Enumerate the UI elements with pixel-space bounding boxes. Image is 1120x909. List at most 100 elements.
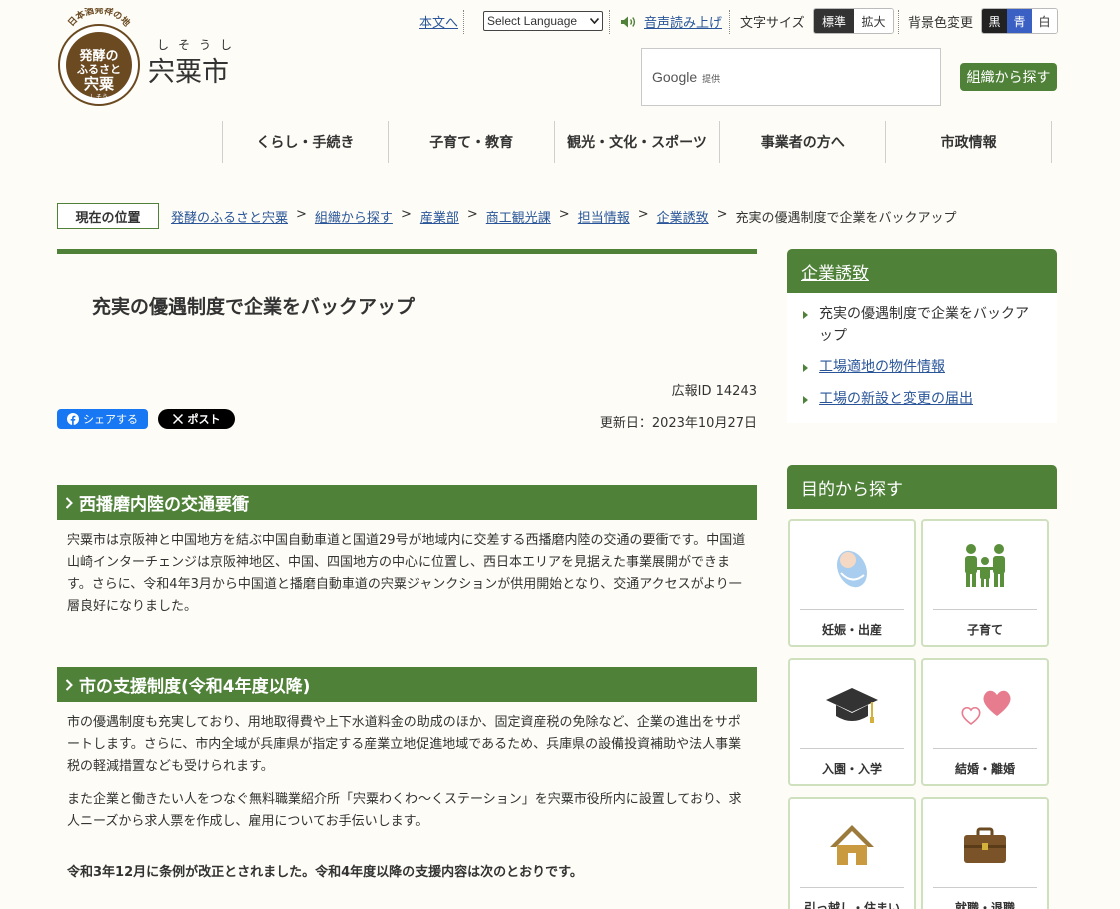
breadcrumb-link-staff[interactable]: 担当情報 [578, 207, 630, 226]
article-top-rule [57, 249, 757, 254]
sidebar-item-factory-notice[interactable]: 工場の新設と変更の届出 [801, 388, 1041, 410]
bg-color-label: 背景色変更 [908, 16, 974, 31]
chevron-right-icon [65, 678, 73, 691]
breadcrumb-separator: > [716, 207, 728, 222]
briefcase-icon [964, 827, 1006, 863]
sidebar-category-title[interactable]: 企業誘致 [787, 249, 1057, 293]
site-search-input[interactable]: Google 提供 [641, 48, 941, 106]
font-size-switcher: 標準 拡大 [813, 8, 894, 34]
purpose-tile-label: 就職・退職 [954, 901, 1015, 909]
x-logo-icon [172, 414, 183, 424]
header-divider [729, 10, 730, 34]
gnav-item-business[interactable]: 事業者の方へ [720, 121, 887, 163]
bg-black-button[interactable]: 黒 [982, 9, 1007, 33]
facebook-icon [67, 413, 79, 425]
updated-date: 更新日：2023年10月27日 [599, 416, 757, 431]
section-paragraph: 令和3年12月に条例が改正とされました。令和4年度以降の支援内容は次のとおりです… [67, 865, 583, 880]
gnav-item-tourism[interactable]: 観光・文化・スポーツ [555, 121, 721, 163]
purpose-tile-childcare[interactable]: 子育て [921, 519, 1049, 647]
section-heading: 市の支援制度(令和4年度以降) [57, 667, 757, 702]
purpose-tile-label: 入園・入学 [821, 762, 882, 776]
chevron-down-icon [590, 18, 599, 24]
section-paragraph: 宍粟市は京阪神と中国地方を結ぶ中国自動車道と国道29号が地域内に交差する西播磨内… [67, 533, 746, 614]
skip-to-content-link[interactable]: 本文へ [419, 12, 458, 31]
language-select[interactable]: Select Language [483, 11, 603, 31]
chevron-right-icon [65, 496, 73, 509]
tile-divider [800, 887, 904, 888]
baby-icon [836, 550, 868, 588]
breadcrumb-separator: > [637, 207, 649, 222]
bg-blue-button[interactable]: 青 [1007, 9, 1032, 33]
section-heading-text: 西播磨内陸の交通要衝 [79, 495, 249, 515]
purpose-tile-employment[interactable]: 就職・退職 [921, 797, 1049, 909]
purpose-tile-pregnancy[interactable]: 妊娠・出産 [788, 519, 916, 647]
x-post-button[interactable]: ポスト [158, 409, 235, 429]
sidebar-category-title-text: 企業誘致 [801, 263, 869, 284]
svg-text:しそう: しそう [90, 94, 108, 101]
section-heading-text: 市の支援制度(令和4年度以降) [79, 677, 311, 697]
sidebar-item-current: 充実の優遇制度で企業をバックアップ [801, 303, 1041, 347]
breadcrumb-link-industry[interactable]: 産業部 [420, 207, 459, 226]
purpose-tile-label: 結婚・離婚 [954, 762, 1015, 776]
org-search-button[interactable]: 組織から探す [960, 63, 1057, 91]
section-heading: 西播磨内陸の交通要衝 [57, 485, 757, 520]
facebook-share-label: シェアする [83, 413, 138, 426]
header-divider [898, 10, 899, 34]
sidebar-category-list: 充実の優遇制度で企業をバックアップ 工場適地の物件情報 工場の新設と変更の届出 [787, 293, 1057, 423]
tile-divider [800, 748, 904, 749]
purpose-tile-label: 子育て [966, 623, 1003, 637]
speaker-icon [621, 16, 636, 27]
purpose-tile-label: 引っ越し・住まい [803, 901, 900, 909]
breadcrumb-link-org[interactable]: 組織から探す [315, 207, 393, 226]
breadcrumb-label: 現在の位置 [57, 203, 159, 229]
bg-color-switcher: 黒 青 白 [981, 8, 1058, 34]
breadcrumb-separator: > [558, 207, 570, 222]
pr-id: 広報ID 14243 [671, 384, 757, 399]
graduation-cap-icon [826, 688, 878, 723]
font-size-large-button[interactable]: 拡大 [854, 9, 893, 33]
google-brand: Google [652, 69, 698, 85]
breadcrumb-link-home[interactable]: 発酵のふるさと宍粟 [171, 207, 288, 226]
header-divider [463, 10, 464, 34]
breadcrumb-separator: > [400, 207, 412, 222]
search-provided-label: 提供 [702, 75, 721, 85]
gnav-item-living[interactable]: くらし・手続き [223, 121, 389, 163]
bg-white-button[interactable]: 白 [1032, 9, 1057, 33]
city-seal-logo[interactable]: 日本酒発祥の地 発酵の ふるさと 宍粟 しそう [58, 8, 140, 106]
tile-divider [933, 887, 1037, 888]
house-icon [830, 825, 874, 865]
svg-text:発酵の: 発酵の [78, 48, 118, 64]
purpose-tile-school[interactable]: 入園・入学 [788, 658, 916, 786]
page-title: 充実の優遇制度で企業をバックアップ [92, 296, 416, 318]
sidebar-item-label[interactable]: 工場の新設と変更の届出 [819, 391, 973, 407]
header-divider [609, 10, 610, 34]
font-size-normal-button[interactable]: 標準 [814, 9, 854, 33]
breadcrumb-link-invite[interactable]: 企業誘致 [657, 207, 709, 226]
global-nav: くらし・手続き 子育て・教育 観光・文化・スポーツ 事業者の方へ 市政情報 [222, 121, 1052, 163]
gnav-item-government[interactable]: 市政情報 [886, 121, 1052, 163]
tile-divider [933, 609, 1037, 610]
facebook-share-button[interactable]: シェアする [57, 409, 148, 429]
purpose-tile-label: 妊娠・出産 [821, 623, 882, 637]
family-icon [965, 544, 1005, 587]
breadcrumb-link-commerce[interactable]: 商工観光課 [486, 207, 551, 226]
purpose-tile-marriage[interactable]: 結婚・離婚 [921, 658, 1049, 786]
breadcrumb-separator: > [296, 207, 307, 222]
breadcrumb-current: 充実の優遇制度で企業をバックアップ [735, 211, 957, 226]
voice-reader-link[interactable]: 音声読み上げ [620, 12, 722, 31]
font-size-label: 文字サイズ [740, 16, 805, 31]
city-name[interactable]: 宍粟市 [148, 50, 229, 89]
breadcrumb: 発酵のふるさと宍粟 > 組織から探す > 産業部 > 商工観光課 > 担当情報 … [171, 207, 957, 226]
breadcrumb-separator: > [466, 207, 478, 222]
tile-divider [933, 748, 1037, 749]
sidebar-item-factory-sites[interactable]: 工場適地の物件情報 [801, 356, 1041, 378]
language-select-value: Select Language [487, 14, 578, 28]
voice-reader-label: 音声読み上げ [644, 16, 723, 31]
tile-divider [800, 609, 904, 610]
purpose-tile-housing[interactable]: 引っ越し・住まい [788, 797, 916, 909]
gnav-item-childcare[interactable]: 子育て・教育 [389, 121, 555, 163]
svg-text:宍粟: 宍粟 [84, 75, 115, 93]
hearts-icon [961, 690, 1011, 726]
purpose-search-title: 目的から探す [787, 465, 1057, 509]
sidebar-item-label[interactable]: 工場適地の物件情報 [819, 359, 945, 375]
